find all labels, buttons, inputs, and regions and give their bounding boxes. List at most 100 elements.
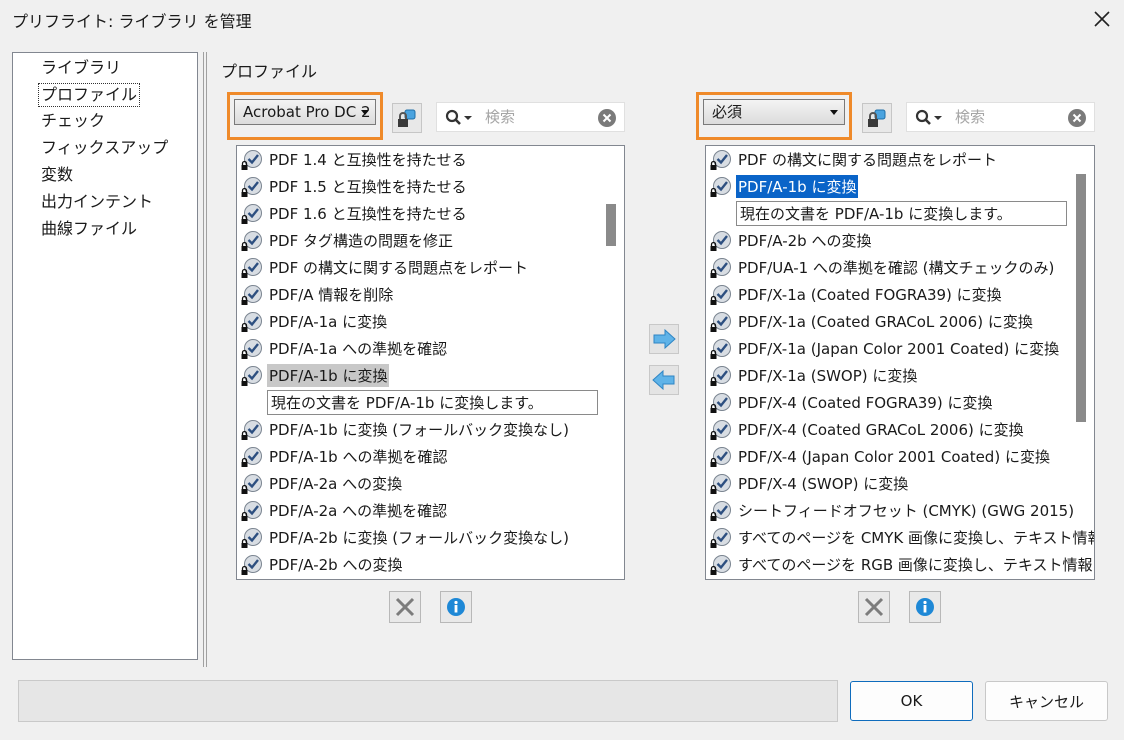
list-item[interactable]: PDF/X-4 (Coated FOGRA39) に変換 [706, 389, 1094, 416]
list-item[interactable]: PDF/A-2b への変換 [706, 227, 1094, 254]
close-button[interactable] [1080, 0, 1124, 38]
profile-check-icon [710, 150, 731, 170]
clear-search-icon[interactable] [597, 108, 617, 128]
profile-check-icon [710, 231, 731, 251]
right-lock-button[interactable] [862, 103, 892, 133]
item-description: 現在の文書を PDF/A-1b に変換します。 [267, 390, 598, 415]
list-item[interactable]: PDF/A-1a に変換 [237, 308, 624, 335]
delete-x-icon [864, 597, 884, 617]
list-item-label: PDF/A-2a への準拠を確認 [269, 502, 448, 520]
list-item[interactable]: PDF/A-2a への準拠を確認 [237, 497, 624, 524]
list-item[interactable]: すべてのページを RGB 画像に変換し、テキスト情報 [706, 551, 1094, 578]
profile-check-icon [241, 474, 262, 494]
list-item[interactable]: PDF/X-1a (Coated GRACoL 2006) に変換 [706, 308, 1094, 335]
list-item[interactable]: PDF/X-4 (Coated GRACoL 2006) に変換 [706, 416, 1094, 443]
profile-check-icon [710, 366, 731, 386]
list-item[interactable]: PDF/A-2a への変換 [237, 470, 624, 497]
list-item[interactable]: PDF/X-1a (Japan Color 2001 Coated) に変換 [706, 335, 1094, 362]
remove-from-profile-button[interactable] [649, 365, 679, 395]
sidebar-item-output-intents[interactable]: 出力インテント [39, 191, 155, 213]
profile-check-icon [241, 150, 262, 170]
list-item[interactable]: PDF の構文に関する問題点をレポート [706, 146, 1094, 173]
list-item[interactable]: PDF/A 情報を削除 [237, 281, 624, 308]
search-icon[interactable] [915, 109, 945, 127]
list-item[interactable]: PDF/X-4 (SWOP) に変換 [706, 470, 1094, 497]
list-item[interactable]: PDF/X-4 (Japan Color 2001 Coated) に変換 [706, 443, 1094, 470]
right-scrollbar-thumb[interactable] [1076, 174, 1086, 422]
list-item-label: PDF/X-1a (Japan Color 2001 Coated) に変換 [738, 340, 1060, 358]
right-dropdown-value: 必須 [712, 103, 743, 121]
list-item[interactable]: PDF 1.4 と互換性を持たせる [237, 146, 624, 173]
sidebar-item-variables[interactable]: 変数 [39, 164, 75, 186]
lock-icon [868, 109, 886, 127]
sidebar-item-library[interactable]: ライブラリ [39, 57, 123, 79]
list-item[interactable]: PDF/A-1b に変換 [706, 173, 1094, 200]
clear-search-icon[interactable] [1067, 108, 1087, 128]
profile-check-icon [241, 366, 262, 386]
left-profile-list[interactable]: PDF 1.4 と互換性を持たせる PDF 1.5 と互換性を持たせる PDF 1.… [236, 145, 625, 580]
list-item-label: PDF/X-4 (Coated FOGRA39) に変換 [738, 394, 993, 412]
profile-check-icon [241, 258, 262, 278]
list-item[interactable]: シートフィードオフセット (CMYK) (GWG 2015) [706, 497, 1094, 524]
section-title: プロファイル [221, 62, 318, 81]
list-item[interactable]: PDF タグ構造の問題を修正 [237, 227, 624, 254]
left-library-dropdown[interactable]: Acrobat Pro DC 2 [234, 99, 376, 125]
list-item[interactable]: PDF の構文に関する問題点をレポート [237, 254, 624, 281]
sidebar-item-curve-files[interactable]: 曲線ファイル [39, 218, 139, 240]
list-item-label: シートフィードオフセット (CMYK) (GWG 2015) [738, 502, 1075, 520]
splitter-line[interactable] [206, 52, 207, 667]
profile-check-icon [710, 285, 731, 305]
profile-check-icon [241, 339, 262, 359]
list-item[interactable]: PDF/A-2b に変換 (フォールバック変換なし) [237, 524, 624, 551]
window-title: プリフライト: ライブラリ を管理 [12, 12, 252, 31]
list-item-label: PDF/A-1b に変換 [736, 175, 859, 198]
right-delete-button[interactable] [858, 591, 890, 623]
list-item[interactable]: すべてのページを CMYK 画像に変換し、テキスト情報 [706, 524, 1094, 551]
ok-button[interactable]: OK [850, 681, 973, 721]
lock-icon [398, 109, 416, 127]
list-item-label: PDF/A-2a への変換 [269, 475, 403, 493]
left-delete-button[interactable] [389, 591, 421, 623]
arrow-left-icon [652, 370, 675, 390]
profile-check-icon [710, 447, 731, 467]
profile-check-icon [241, 177, 262, 197]
list-item[interactable]: PDF/A-1b に変換 [237, 362, 624, 389]
left-lock-button[interactable] [392, 103, 422, 133]
item-description: 現在の文書を PDF/A-1b に変換します。 [736, 201, 1067, 226]
sidebar-item-profiles[interactable]: プロファイル [38, 83, 141, 107]
cancel-button[interactable]: キャンセル [985, 681, 1108, 721]
list-item[interactable]: PDF/A-1b に変換 (フォールバック変換なし) [237, 416, 624, 443]
search-icon[interactable] [445, 109, 475, 127]
list-item-label: PDF/A-2b への変換 [269, 556, 403, 574]
list-item[interactable]: PDF 1.5 と互換性を持たせる [237, 173, 624, 200]
list-item[interactable]: PDF/A-1b への準拠を確認 [237, 443, 624, 470]
profile-check-icon [241, 555, 262, 575]
list-item-label: PDF/UA-1 への準拠を確認 (構文チェックのみ) [738, 259, 1055, 277]
list-item[interactable]: PDF/A-2b への変換 [237, 551, 624, 578]
sidebar-item-checks[interactable]: チェック [39, 110, 107, 132]
list-item[interactable]: PDF/A-1a への準拠を確認 [237, 335, 624, 362]
profile-check-icon [710, 420, 731, 440]
sidebar-item-fixups[interactable]: フィックスアップ [39, 137, 170, 159]
profile-check-icon [710, 528, 731, 548]
right-profile-list[interactable]: PDF の構文に関する問題点をレポート PDF/A-1b に変換現在の文書を PD… [705, 145, 1095, 580]
right-info-button[interactable] [909, 591, 941, 623]
list-item[interactable]: PDF/X-1a (Coated FOGRA39) に変換 [706, 281, 1094, 308]
list-item[interactable]: PDF/X-1a (SWOP) に変換 [706, 362, 1094, 389]
left-info-button[interactable] [440, 591, 472, 623]
right-search-input[interactable] [953, 107, 1053, 127]
profile-check-icon [710, 177, 731, 197]
list-item[interactable]: PDF 1.6 と互換性を持たせる [237, 200, 624, 227]
profile-check-icon [241, 204, 262, 224]
left-search-input[interactable] [483, 107, 583, 127]
left-dropdown-value: Acrobat Pro DC 2 [243, 103, 371, 121]
left-search-box [436, 102, 625, 132]
close-icon [1094, 11, 1110, 27]
list-item[interactable]: PDF/UA-1 への準拠を確認 (構文チェックのみ) [706, 254, 1094, 281]
left-dropdown-highlight: Acrobat Pro DC 2 [227, 92, 383, 140]
add-to-profile-button[interactable] [649, 324, 679, 354]
left-scrollbar-thumb[interactable] [606, 204, 616, 246]
list-item-label: PDF/A-2b への変換 [738, 232, 872, 250]
right-library-dropdown[interactable]: 必須 [703, 99, 845, 125]
profile-check-icon [710, 339, 731, 359]
